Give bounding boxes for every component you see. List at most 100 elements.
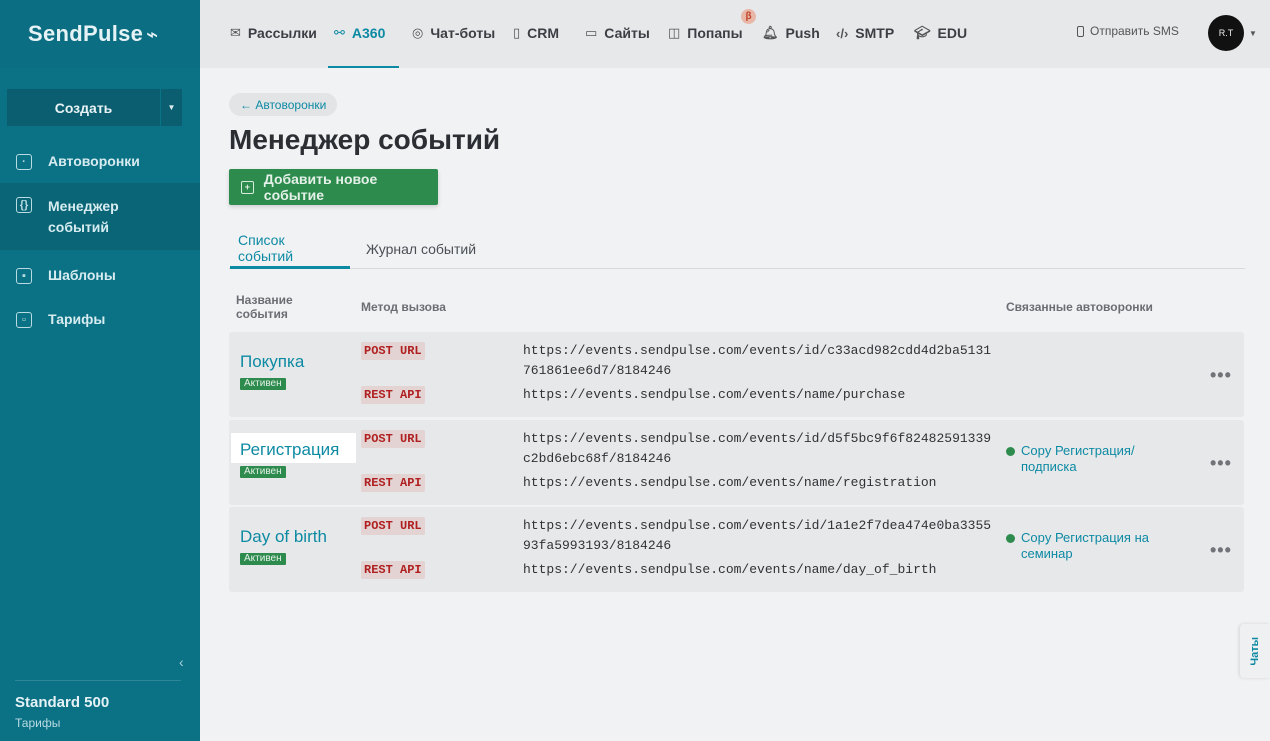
pulse-icon: ⌁: [146, 23, 159, 46]
topnav-item-popups[interactable]: ◫ Попапы: [668, 23, 743, 43]
sidebar-nav: · Автоворонки {} Менеджер событий ▪ Шабл…: [0, 137, 200, 340]
post-url[interactable]: https://events.sendpulse.com/events/id/c…: [523, 341, 993, 381]
tab-event-list[interactable]: Список событий: [230, 230, 350, 269]
status-badge: Активен: [240, 378, 286, 390]
brand-logo[interactable]: SendPulse ⌁: [0, 0, 200, 68]
topnav-item-campaigns[interactable]: ✉ Рассылки: [230, 23, 317, 43]
method-label: POST URL: [361, 342, 425, 360]
topnav-item-edu[interactable]: 🎓︎ EDU: [914, 23, 967, 43]
active-tab-indicator: [328, 66, 399, 68]
chevron-down-icon[interactable]: ▼: [1249, 29, 1257, 38]
chats-widget-button[interactable]: Чаты: [1240, 624, 1270, 678]
create-button[interactable]: Создать: [7, 89, 161, 126]
mail-icon: ✉: [230, 25, 241, 40]
status-badge: Активен: [240, 466, 286, 478]
topnav-label: SMTP: [855, 25, 895, 41]
add-event-icon: +: [241, 180, 254, 194]
more-actions-icon[interactable]: •••: [1210, 540, 1232, 561]
column-header-linked: Связанные автоворонки: [1006, 300, 1153, 314]
top-navigation: ✉ Рассылки ⚯ A360 ◎ Чат-боты ▯ CRM ▭ Сай…: [200, 0, 1270, 68]
rest-url[interactable]: https://events.sendpulse.com/events/name…: [523, 473, 993, 493]
topnav-item-a360[interactable]: ⚯ A360: [334, 23, 385, 43]
method-label: REST API: [361, 474, 425, 492]
linked-funnel-link[interactable]: Copy Регистрация на семинар: [1006, 530, 1166, 562]
status-dot: [1006, 447, 1015, 456]
create-dropdown-toggle[interactable]: ▼: [161, 89, 182, 126]
collapse-sidebar-icon[interactable]: ‹: [179, 654, 184, 670]
post-url[interactable]: https://events.sendpulse.com/events/id/d…: [523, 429, 993, 469]
chats-label: Чаты: [1249, 636, 1261, 666]
topnav-label: Чат-боты: [430, 25, 496, 41]
status-dot: [1006, 534, 1015, 543]
add-event-label: Добавить новое событие: [263, 171, 378, 203]
method-label: POST URL: [361, 517, 425, 535]
send-sms-link[interactable]: Отправить SMS: [1077, 24, 1179, 38]
funnel-icon: ·: [16, 154, 32, 170]
sidebar-item-templates[interactable]: ▪ Шаблоны: [0, 250, 200, 294]
topnav-label: A360: [351, 25, 386, 41]
avatar[interactable]: R.T: [1208, 15, 1244, 51]
create-button-group: Создать ▼: [7, 89, 182, 126]
table-row: Регистрация Активен POST URL https://eve…: [229, 420, 1244, 505]
popup-icon: ◫: [668, 25, 681, 40]
linked-funnel-link[interactable]: Copy Регистрация/подписка: [1006, 443, 1166, 475]
back-to-funnels-link[interactable]: ← Автоворонки: [229, 93, 338, 116]
topnav-label: CRM: [527, 25, 560, 41]
post-url[interactable]: https://events.sendpulse.com/events/id/1…: [523, 516, 993, 556]
rest-url[interactable]: https://events.sendpulse.com/events/name…: [523, 385, 993, 405]
topnav-item-push[interactable]: 🔔︎ Push: [762, 23, 820, 43]
topnav-label: Рассылки: [247, 25, 317, 41]
method-label: REST API: [361, 386, 425, 404]
column-header-name: Название события: [236, 293, 293, 321]
caret-down-icon: ▼: [167, 103, 176, 112]
topnav-label: Push: [785, 25, 820, 41]
topnav-label: EDU: [937, 25, 968, 41]
add-event-button[interactable]: + Добавить новое событие: [229, 169, 438, 205]
sidebar-item-label: Тарифы: [48, 311, 106, 327]
sidebar-item-label: Шаблоны: [48, 267, 116, 283]
event-tabs: Список событий Журнал событий: [229, 230, 1245, 269]
braces-icon: {}: [16, 197, 32, 213]
more-actions-icon[interactable]: •••: [1210, 365, 1232, 386]
column-header-method: Метод вызова: [361, 300, 446, 314]
bell-icon: 🔔︎: [762, 25, 779, 40]
topnav-label: Попапы: [687, 25, 743, 41]
linked-funnel-label: Copy Регистрация на семинар: [1021, 530, 1149, 561]
event-name-link[interactable]: Регистрация: [231, 433, 356, 463]
topnav-item-chatbots[interactable]: ◎ Чат-боты: [412, 23, 495, 43]
linked-funnel-label: Copy Регистрация/подписка: [1021, 443, 1135, 474]
divider: [15, 680, 181, 681]
table-row: Day of birth Активен POST URL https://ev…: [229, 507, 1244, 592]
event-name-link[interactable]: Покупка: [240, 352, 304, 372]
topnav-item-sites[interactable]: ▭ Сайты: [585, 23, 650, 43]
send-sms-label: Отправить SMS: [1090, 24, 1179, 38]
nodes-icon: ⚯: [334, 25, 345, 40]
crm-icon: ▯: [513, 25, 521, 40]
method-label: POST URL: [361, 430, 425, 448]
sidebar-item-label: Автоворонки: [48, 153, 140, 169]
site-icon: ▭: [585, 25, 598, 40]
graduation-icon: 🎓︎: [914, 25, 931, 40]
plan-name: Standard 500: [15, 694, 110, 711]
phone-icon: [1077, 25, 1084, 37]
event-name-link[interactable]: Day of birth: [240, 527, 327, 547]
topnav-item-smtp[interactable]: ‹/› SMTP: [836, 23, 894, 43]
brand-name: SendPulse: [28, 21, 144, 46]
code-icon: ‹/›: [836, 25, 849, 41]
topnav-item-crm[interactable]: ▯ CRM: [513, 23, 559, 43]
beta-badge: β: [741, 9, 756, 24]
sidebar-item-label: Менеджер событий: [48, 198, 119, 235]
method-label: REST API: [361, 561, 425, 579]
plan-tariffs-link[interactable]: Тарифы: [15, 716, 60, 730]
sidebar-item-funnels[interactable]: · Автоворонки: [0, 137, 200, 183]
rest-url[interactable]: https://events.sendpulse.com/events/name…: [523, 560, 993, 580]
sidebar-item-tariffs[interactable]: ▫ Тарифы: [0, 294, 200, 340]
chat-icon: ◎: [412, 25, 424, 40]
more-actions-icon[interactable]: •••: [1210, 453, 1232, 474]
tab-event-log[interactable]: Журнал событий: [358, 230, 484, 268]
status-badge: Активен: [240, 553, 286, 565]
table-row: Покупка Активен POST URL https://events.…: [229, 332, 1244, 417]
sidebar: SendPulse ⌁ Создать ▼ · Автоворонки {} М…: [0, 0, 200, 741]
sidebar-item-event-manager[interactable]: {} Менеджер событий: [0, 183, 200, 250]
calendar-icon: ▫: [16, 312, 32, 328]
